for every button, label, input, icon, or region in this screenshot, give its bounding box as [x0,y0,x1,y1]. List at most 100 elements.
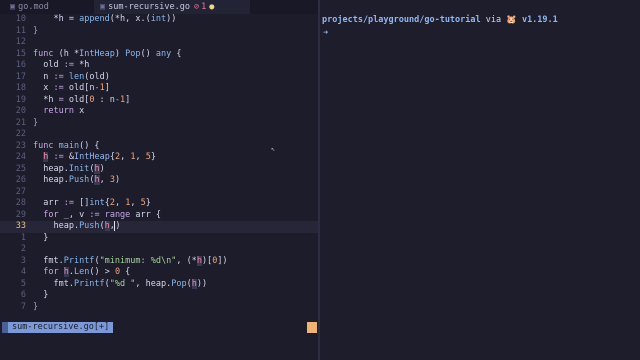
code-token: } [150,152,156,162]
tab-sum-recursive[interactable]: ▣ sum-recursive.go ⊘ 1 ● [94,0,250,14]
code-line[interactable]: 4 for h.Len() > 0 { [0,267,318,279]
code-line[interactable]: 21} [0,118,318,130]
code-token: Push [68,175,90,185]
code-token: for [43,267,59,277]
code-token: heap. [33,163,69,174]
code-text: return x [33,106,84,118]
line-number: 33 [15,221,26,231]
code-text: } [33,233,48,245]
code-line[interactable]: 7} [0,302,318,314]
code-token: any [155,48,172,59]
code-line[interactable]: 5 fmt.Printf("%d ", heap.Pop(h)) [0,278,318,291]
code-line[interactable]: 27 [0,187,318,199]
code-token: *h = [53,14,80,24]
code-token: "minimum: %d\n" [99,255,177,266]
tab-go-mod[interactable]: ▣ go.mod [4,0,90,14]
line-number: 6 [20,290,26,300]
line-number: 17 [15,71,26,82]
code-text: fmt.Printf("minimum: %d\n", (*h)[0]) [33,255,228,268]
line-number: 11 [15,25,26,36]
code-token: len [68,71,85,82]
gopher-icon: 🐹 [506,15,517,25]
code-text: *h = append(*h, x.(int)) [33,14,176,26]
code-text: *h = old[0 : n-1] [33,95,130,107]
terminal-pane[interactable]: projects/playground/go-tutorial via 🐹 v1… [320,0,640,360]
error-count: 1 [201,2,207,12]
code-token: [] [73,198,90,208]
code-token: )) [196,278,208,289]
code-text: } [33,290,48,302]
code-line[interactable]: 2 [0,244,318,256]
code-token: { [120,267,131,277]
code-token: ( [186,278,192,289]
code-token: Pop [125,48,141,59]
code-text: func main() { [33,141,100,153]
code-line[interactable]: 11} [0,26,318,38]
code-token: arr { [130,209,162,220]
code-token: heap. [33,175,69,185]
code-token: } [33,290,49,300]
code-line[interactable]: 10 *h = append(*h, x.(int)) [0,14,318,26]
code-token: } [33,301,39,312]
code-token: ) [99,163,105,174]
code-token: ) [115,221,121,231]
code-token: )[ [201,255,213,266]
code-token: ]) [217,255,228,266]
line-number: 22 [15,129,26,139]
code-token: := [89,209,100,220]
editor-pane[interactable]: ▣ go.mod ▣ sum-recursive.go ⊘ 1 ● 10 *h = app… [0,0,318,360]
code-text: func (h *IntHeap) Pop() any { [33,49,181,61]
shell-prompt: projects/playground/go-tutorial via 🐹 v1… [322,14,558,26]
code-token: old[n [63,83,95,93]
code-text: heap.Push(h, 3) [33,175,120,187]
code-token: , heap. [135,278,172,289]
code-line[interactable]: 18 x := old[n-1] [0,83,318,95]
line-number: 25 [15,163,26,174]
code-token: & [63,152,74,162]
code-token: IntHeap [74,152,110,162]
code-line[interactable]: 26 heap.Push(h, 3) [0,175,318,187]
code-line[interactable]: 29 for _, v := range arr { [0,210,318,222]
modified-indicator: ● [209,2,215,12]
code-token: , (* [176,255,197,266]
code-token: () { [79,140,100,151]
code-line[interactable]: 19 *h = old[0 : n-1] [0,95,318,107]
code-token: int [150,14,167,24]
code-token: fmt. [33,255,64,266]
line-number: 27 [15,186,26,197]
line-number: 3 [20,255,26,266]
code-text: for h.Len() > 0 { [33,267,130,279]
go-file-icon: ▣ [10,2,16,12]
code-token: , [130,198,141,208]
code-token: fmt. [33,278,74,289]
code-token: ] [104,83,110,93]
code-line[interactable]: 33 heap.Push(h,) [0,221,318,233]
code-token: } [33,117,39,128]
code-line[interactable]: 28 arr := []int{2, 1, 5} [0,198,318,210]
line-number: 4 [20,267,26,277]
code-token: range [104,209,131,220]
code-line[interactable]: 16 old := *h [0,60,318,72]
code-line[interactable]: 6 } [0,290,318,302]
code-line[interactable]: 3 fmt.Printf("minimum: %d\n", (*h)[0]) [0,255,318,268]
code-line[interactable]: 22 [0,129,318,141]
line-number: 20 [15,106,26,116]
code-line[interactable]: 25 heap.Init(h) [0,163,318,176]
code-token: x [33,83,54,93]
code-token: old [33,60,64,70]
code-line[interactable]: 15 func (h *IntHeap) Pop() any { [0,49,318,61]
code-line[interactable]: 24 h := &IntHeap{2, 1, 5} [0,152,318,164]
code-token: n [33,71,54,82]
code-line[interactable]: 1 } [0,233,318,245]
code-line[interactable]: 17 n := len(old) [0,72,318,84]
code-token: ) [114,175,121,185]
prompt-path: projects/playground/go-tutorial [322,15,481,25]
code-line[interactable]: 20 return x [0,106,318,118]
code-token: *h [33,94,59,105]
code-token: := [63,198,74,208]
code-token: := [63,60,74,70]
code-line[interactable]: 12 [0,37,318,49]
